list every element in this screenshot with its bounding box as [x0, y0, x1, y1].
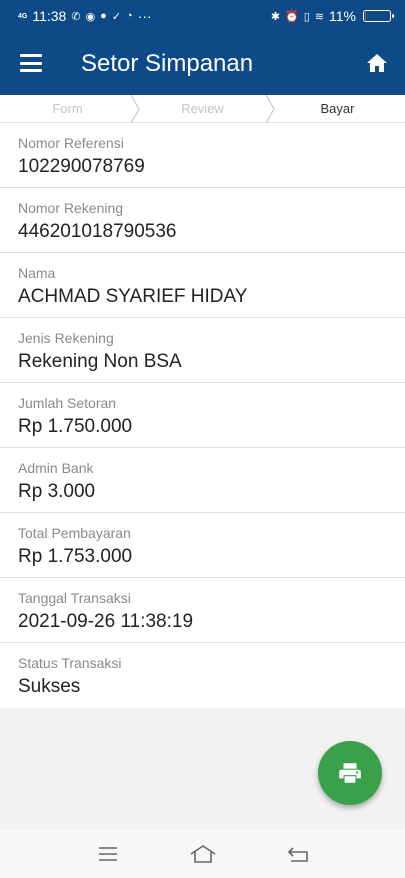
detail-row-transaction-status: Status Transaksi Sukses — [0, 643, 405, 708]
vibrate-icon: ▯ — [303, 10, 310, 23]
step-label: Review — [181, 101, 224, 116]
detail-label: Nomor Rekening — [18, 200, 124, 216]
battery-fill — [365, 12, 366, 20]
step-review: Review — [135, 95, 275, 123]
check-circle-icon: ✓ — [111, 10, 122, 23]
back-nav-icon[interactable] — [283, 842, 313, 866]
detail-row-total-payment: Total Pembayaran Rp 1.753.000 — [0, 513, 405, 578]
detail-row-reference: Nomor Referensi 102290078769 — [0, 123, 405, 188]
bluetooth-icon: ✱ — [270, 10, 281, 23]
battery-icon — [363, 10, 394, 22]
transaction-details: Nomor Referensi 102290078769 Nomor Reken… — [0, 123, 405, 708]
detail-label: Nomor Referensi — [18, 135, 124, 151]
detail-label: Total Pembayaran — [18, 525, 131, 541]
chevron-right-icon — [265, 95, 275, 123]
status-bar: 4G 11:38 ✆ ◉ ● ✓ ◔ ··· ✱ ⏰ ▯ ≋ 11% — [0, 0, 405, 32]
overflow-indicator: ··· — [137, 8, 152, 24]
step-label: Bayar — [320, 101, 355, 116]
step-label: Form — [52, 101, 83, 116]
clock-icon: ◔ — [126, 10, 133, 22]
chevron-right-icon — [130, 95, 140, 123]
menu-nav-icon[interactable] — [93, 842, 123, 866]
detail-value: Sukses — [18, 676, 81, 697]
detail-value: Rp 3.000 — [18, 481, 96, 502]
wifi-icon: ≋ — [314, 10, 325, 23]
detail-value: Rp 1.753.000 — [18, 546, 133, 567]
detail-value: 102290078769 — [18, 156, 145, 177]
detail-label: Jumlah Setoran — [18, 395, 117, 411]
detail-row-admin-fee: Admin Bank Rp 3.000 — [0, 448, 405, 513]
detail-value: 446201018790536 — [18, 221, 177, 242]
detail-row-account-type: Jenis Rekening Rekening Non BSA — [0, 318, 405, 383]
step-form: Form — [0, 95, 140, 123]
print-icon — [339, 763, 361, 783]
detail-label: Admin Bank — [18, 460, 94, 476]
detail-value: ACHMAD SYARIEF HIDAY — [18, 286, 248, 307]
detail-row-account-number: Nomor Rekening 446201018790536 — [0, 188, 405, 253]
home-nav-icon[interactable] — [188, 842, 218, 866]
chat-icon: ● — [100, 10, 107, 22]
detail-value: 2021-09-26 11:38:19 — [18, 611, 194, 632]
detail-label: Tanggal Transaksi — [18, 590, 131, 606]
page-title: Setor Simpanan — [81, 50, 254, 77]
messenger-icon: ◉ — [85, 10, 96, 23]
whatsapp-icon: ✆ — [71, 10, 81, 23]
detail-row-transaction-date: Tanggal Transaksi 2021-09-26 11:38:19 — [0, 578, 405, 643]
status-time: 11:38 — [32, 8, 67, 24]
step-bayar: Bayar — [270, 95, 405, 122]
battery-percent: 11% — [329, 8, 356, 24]
network-indicator: 4G — [18, 12, 28, 20]
detail-label: Nama — [18, 265, 56, 281]
detail-label: Jenis Rekening — [18, 330, 114, 346]
progress-stepper: Form Review Bayar — [0, 95, 405, 123]
detail-row-name: Nama ACHMAD SYARIEF HIDAY — [0, 253, 405, 318]
hamburger-icon[interactable] — [20, 54, 42, 72]
detail-value: Rp 1.750.000 — [18, 416, 133, 437]
detail-label: Status Transaksi — [18, 655, 122, 671]
app-bar: Setor Simpanan — [0, 32, 405, 95]
alarm-icon: ⏰ — [285, 10, 299, 23]
home-icon[interactable] — [365, 51, 389, 75]
detail-value: Rekening Non BSA — [18, 351, 182, 372]
detail-row-deposit-amount: Jumlah Setoran Rp 1.750.000 — [0, 383, 405, 448]
print-button[interactable] — [318, 741, 382, 805]
system-nav-bar — [0, 830, 405, 878]
